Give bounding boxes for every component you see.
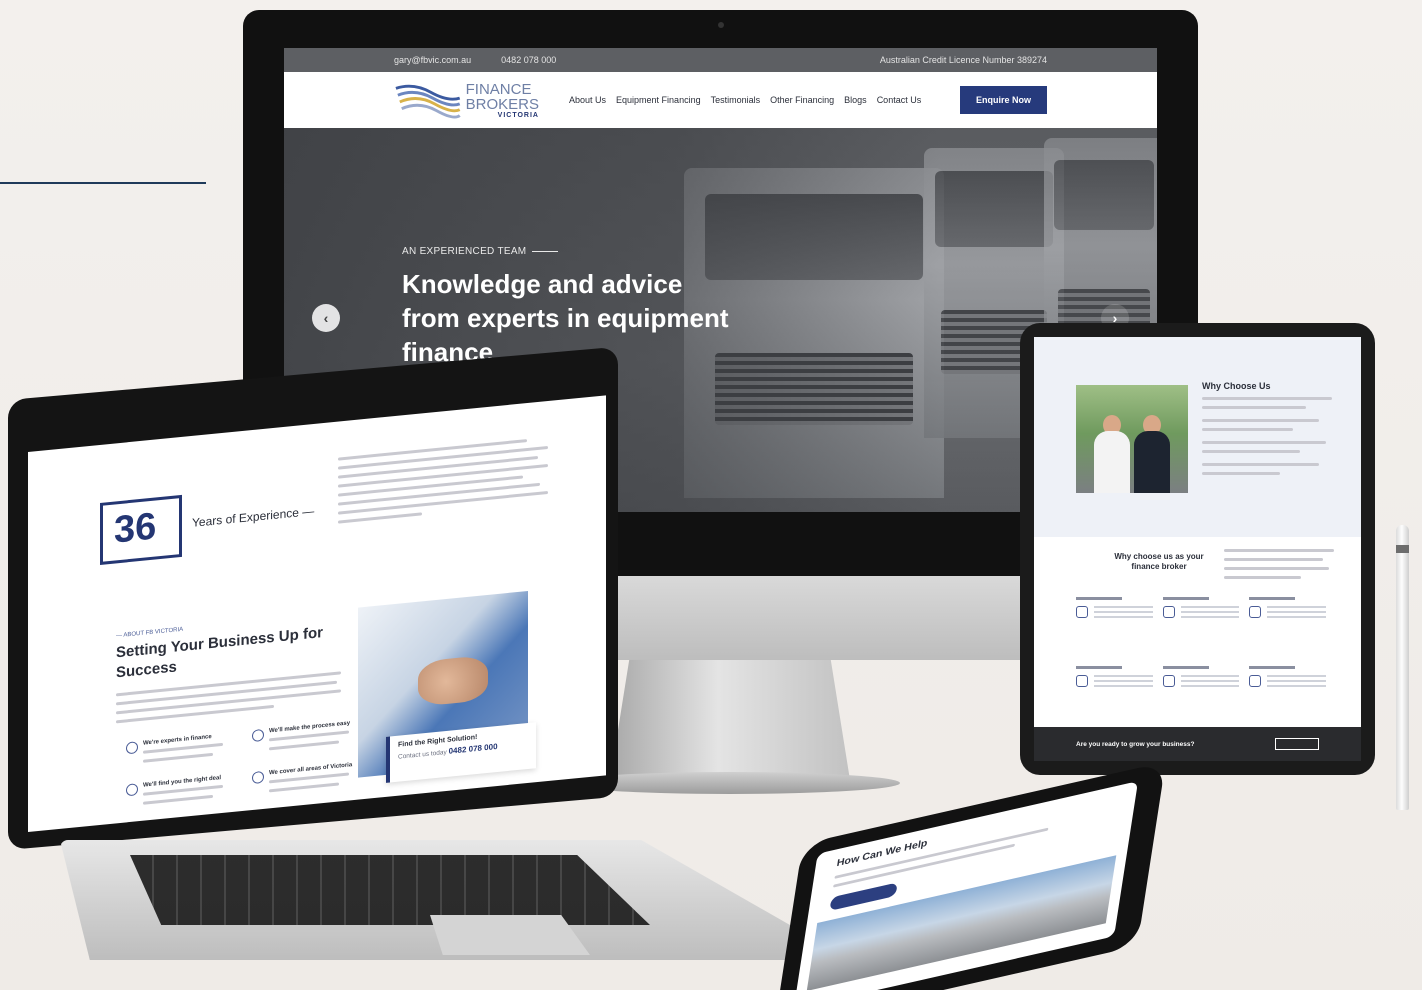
services-grid bbox=[1076, 597, 1326, 721]
service-card[interactable] bbox=[1076, 597, 1153, 652]
nav-item-blogs[interactable]: Blogs bbox=[844, 95, 867, 105]
feature-item: We'll make the process easy bbox=[252, 719, 366, 758]
logo-line-1: FINANCE bbox=[465, 80, 532, 98]
hero-eyebrow: AN EXPERIENCED TEAM bbox=[402, 246, 558, 257]
contact-email-link[interactable]: gary@fbvic.com.au bbox=[394, 55, 471, 65]
contact-phone-link[interactable]: 0482 078 000 bbox=[501, 55, 556, 65]
service-card[interactable] bbox=[1162, 597, 1240, 652]
about-paragraph bbox=[338, 437, 548, 530]
tablet-website-screen: Why Choose Us Why choose us as your fina… bbox=[1034, 337, 1361, 761]
why-choose-title: Why Choose Us bbox=[1202, 381, 1271, 391]
nav-item-testimonials[interactable]: Testimonials bbox=[711, 95, 761, 105]
service-card[interactable] bbox=[1076, 666, 1153, 721]
cta-banner-button[interactable] bbox=[1275, 738, 1319, 750]
cta-banner-question: Are you ready to grow your business? bbox=[1076, 740, 1195, 748]
laptop-device: 36 Years of Experience — — ABOUT FB VICT… bbox=[0, 346, 810, 985]
nav-item-about-us[interactable]: About Us bbox=[569, 95, 606, 105]
years-number: 36 bbox=[114, 505, 157, 552]
device-mockup-scene: gary@fbvic.com.au 0482 078 000 Australia… bbox=[0, 0, 1422, 990]
credit-licence-text: Australian Credit Licence Number 389274 bbox=[879, 55, 1047, 65]
slider-prev-arrow-icon[interactable]: ‹ bbox=[312, 304, 340, 332]
logo-wave-icon bbox=[395, 84, 461, 119]
location-icon bbox=[252, 770, 264, 785]
why-choose-body bbox=[1202, 397, 1332, 481]
shield-icon bbox=[126, 741, 138, 755]
phone-website-screen: How Can We Help bbox=[793, 781, 1139, 990]
feature-item: We'll find you the right deal bbox=[126, 773, 240, 812]
laptop-website-screen: 36 Years of Experience — — ABOUT FB VICT… bbox=[28, 395, 606, 832]
service-card[interactable] bbox=[1249, 666, 1326, 721]
logo-line-2: BROKERS bbox=[465, 95, 539, 113]
nav-item-equipment-financing[interactable]: Equipment Financing bbox=[616, 95, 701, 105]
service-card[interactable] bbox=[1249, 597, 1326, 652]
process-icon bbox=[252, 728, 264, 743]
enquire-now-button[interactable]: Enquire Now bbox=[959, 86, 1047, 114]
cta-card-phone[interactable]: 0482 078 000 bbox=[449, 742, 498, 756]
monitor-camera bbox=[718, 22, 724, 28]
decorative-accent-line bbox=[0, 182, 206, 184]
cta-banner: Are you ready to grow your business? bbox=[1034, 727, 1361, 761]
smartphone-device: How Can We Help bbox=[774, 761, 1166, 990]
stylus-pencil bbox=[1396, 525, 1409, 810]
why-broker-title: Why choose us as your finance broker bbox=[1114, 552, 1204, 571]
website-navbar: FINANCE BROKERS VICTORIA About Us Equipm… bbox=[284, 72, 1157, 128]
nav-item-contact-us[interactable]: Contact Us bbox=[877, 95, 922, 105]
service-card[interactable] bbox=[1162, 666, 1240, 721]
feature-item: We're experts in finance bbox=[126, 731, 240, 770]
cta-card-prefix: Contact us today bbox=[398, 748, 447, 761]
years-label: Years of Experience — bbox=[192, 503, 315, 530]
nav-item-other-financing[interactable]: Other Financing bbox=[770, 95, 834, 105]
feature-list: We're experts in finance We'll make the … bbox=[126, 719, 366, 813]
deal-icon bbox=[126, 783, 138, 797]
why-broker-body bbox=[1224, 549, 1334, 585]
main-nav-links: About Us Equipment Financing Testimonial… bbox=[569, 95, 921, 105]
feature-item: We cover all areas of Victoria bbox=[252, 761, 366, 800]
team-photo bbox=[1076, 385, 1188, 493]
website-top-bar: gary@fbvic.com.au 0482 078 000 Australia… bbox=[284, 48, 1157, 72]
logo-line-3: VICTORIA bbox=[497, 111, 539, 119]
finance-brokers-logo[interactable]: FINANCE BROKERS VICTORIA bbox=[394, 80, 539, 120]
tablet-device: Why Choose Us Why choose us as your fina… bbox=[1020, 323, 1375, 775]
laptop-keyboard bbox=[130, 855, 650, 925]
